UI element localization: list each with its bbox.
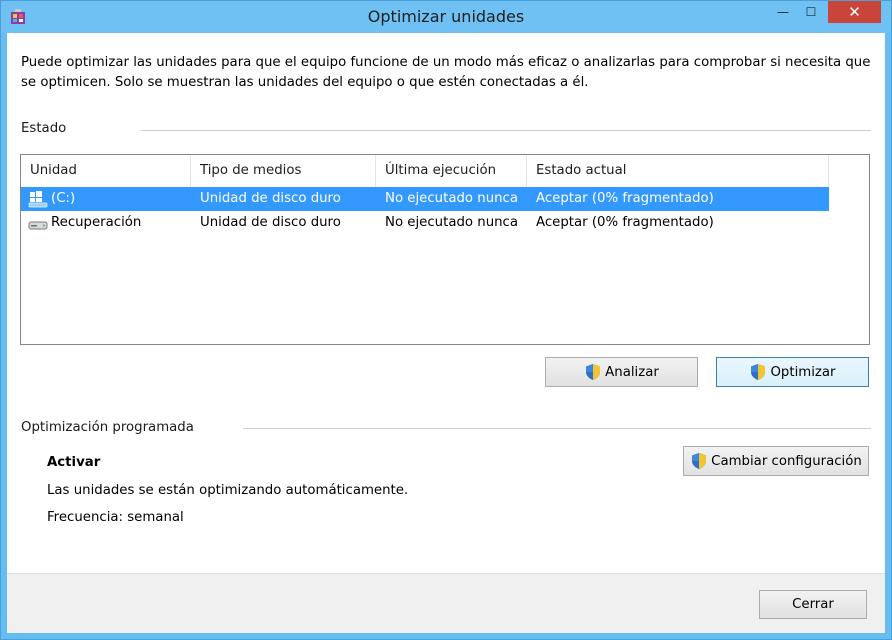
minimize-button[interactable]: — bbox=[769, 1, 797, 23]
optimize-drives-window: Optimizar unidades — ☐ ✕ Puede optimizar… bbox=[0, 0, 892, 640]
close-button-label: Cerrar bbox=[792, 597, 834, 612]
maximize-icon: ☐ bbox=[805, 5, 817, 19]
uac-shield-icon bbox=[586, 364, 601, 380]
column-header-drive[interactable]: Unidad bbox=[21, 155, 191, 187]
scheduled-state: Activar bbox=[47, 455, 101, 470]
window-title: Optimizar unidades bbox=[367, 7, 525, 26]
uac-shield-icon bbox=[751, 364, 766, 380]
drive-last-run: No ejecutado nunca bbox=[385, 191, 519, 206]
drive-row-c[interactable]: (C:) Unidad de disco duro No ejecutado n… bbox=[21, 187, 829, 211]
status-section-divider bbox=[141, 130, 871, 131]
column-header-current-status[interactable]: Estado actual bbox=[527, 155, 829, 187]
change-settings-button[interactable]: Cambiar configuración bbox=[683, 446, 869, 476]
optimize-button-label: Optimizar bbox=[770, 364, 836, 380]
dialog-body: Puede optimizar las unidades para que el… bbox=[7, 33, 885, 633]
drive-last-run: No ejecutado nunca bbox=[385, 215, 519, 230]
minimize-icon: — bbox=[777, 5, 789, 19]
change-settings-button-label: Cambiar configuración bbox=[711, 453, 862, 469]
drives-list-header: Unidad Tipo de medios Última ejecución E… bbox=[21, 155, 869, 187]
analyze-button-label: Analizar bbox=[605, 364, 659, 380]
title-bar[interactable]: Optimizar unidades — ☐ ✕ bbox=[1, 1, 891, 33]
column-header-media-type[interactable]: Tipo de medios bbox=[191, 155, 376, 187]
drive-name: (C:) bbox=[51, 191, 76, 206]
drive-row-recovery[interactable]: Recuperación Unidad de disco duro No eje… bbox=[21, 211, 829, 235]
dialog-footer: Cerrar bbox=[7, 573, 885, 633]
scheduled-description: Las unidades se están optimizando automá… bbox=[47, 483, 409, 498]
optimize-button[interactable]: Optimizar bbox=[716, 357, 869, 387]
drive-name: Recuperación bbox=[51, 215, 142, 230]
drive-current-status: Aceptar (0% fragmentado) bbox=[536, 191, 714, 206]
disk-drive-icon bbox=[28, 221, 48, 230]
drive-media-type: Unidad de disco duro bbox=[200, 191, 341, 206]
close-button[interactable]: Cerrar bbox=[759, 590, 867, 619]
scheduled-section-divider bbox=[243, 428, 871, 429]
drives-list[interactable]: Unidad Tipo de medios Última ejecución E… bbox=[20, 154, 870, 345]
scheduled-section-label: Optimización programada bbox=[21, 420, 194, 435]
maximize-button[interactable]: ☐ bbox=[797, 1, 825, 23]
analyze-button[interactable]: Analizar bbox=[545, 357, 698, 387]
scheduled-frequency: Frecuencia: semanal bbox=[47, 510, 184, 525]
status-section-label: Estado bbox=[21, 121, 67, 136]
close-window-button[interactable]: ✕ bbox=[828, 1, 881, 23]
drive-current-status: Aceptar (0% fragmentado) bbox=[536, 215, 714, 230]
close-icon: ✕ bbox=[848, 3, 861, 21]
windows-drive-icon bbox=[28, 191, 48, 208]
drive-media-type: Unidad de disco duro bbox=[200, 215, 341, 230]
intro-text: Puede optimizar las unidades para que el… bbox=[21, 55, 871, 90]
column-header-last-run[interactable]: Última ejecución bbox=[376, 155, 527, 187]
uac-shield-icon bbox=[692, 453, 707, 469]
